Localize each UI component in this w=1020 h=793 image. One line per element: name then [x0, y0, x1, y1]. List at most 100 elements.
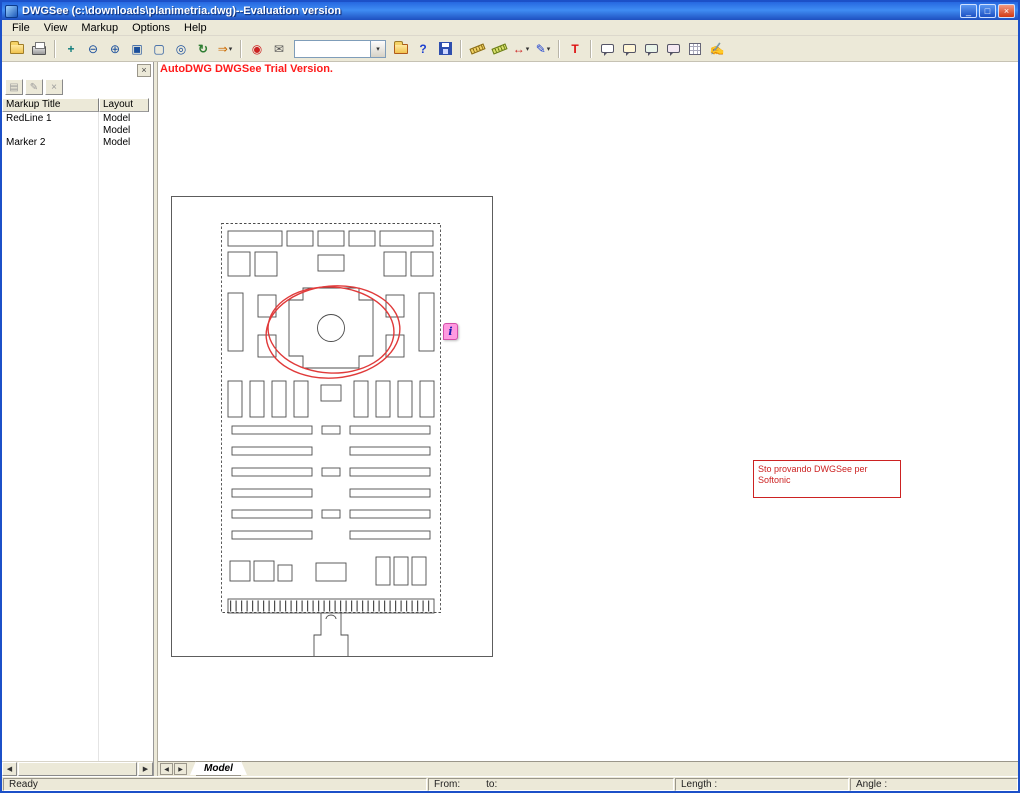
markup-delete-button[interactable]: × [45, 79, 63, 95]
scrollbar-thumb[interactable] [18, 762, 137, 776]
ruler-icon [468, 42, 486, 55]
stamp-button[interactable] [684, 39, 706, 59]
table-row[interactable]: RedLine 1 Model [2, 112, 153, 124]
table-row[interactable]: Model [2, 124, 153, 136]
comment-balloon-icon [666, 44, 680, 56]
menu-view[interactable]: View [37, 21, 75, 35]
marker-2-markup[interactable]: i [443, 323, 458, 340]
markup-title-cell: RedLine 1 [6, 112, 52, 124]
printer-icon [32, 41, 46, 55]
menu-options[interactable]: Options [125, 21, 177, 35]
status-from-label: From: [434, 779, 461, 790]
print-button[interactable] [28, 39, 50, 59]
panel-close-button[interactable]: × [137, 63, 151, 77]
markup-table-body: RedLine 1 Model Model Marker 2 Model [2, 112, 153, 761]
tab-scroll-left-icon[interactable]: ◀ [160, 763, 173, 775]
markup-folder-icon [394, 40, 408, 54]
minimize-button[interactable]: _ [960, 4, 977, 18]
open-folder-icon [10, 40, 24, 54]
layout-combo[interactable]: ▾ [294, 39, 386, 58]
pan-button[interactable]: + [60, 39, 82, 59]
zoom-out-button[interactable]: ⊖ [82, 39, 104, 59]
dimension-dropdown-icon[interactable]: ▾ [526, 45, 530, 53]
website-button[interactable]: ◉ [246, 39, 268, 59]
annotation-text-box[interactable]: Sto provando DWGSee per Softonic [753, 460, 901, 498]
column-header-markup-title[interactable]: Markup Title [2, 98, 99, 112]
pen-dropdown-icon[interactable]: ▾ [547, 45, 551, 53]
zoom-extents-icon: ▢ [153, 41, 165, 56]
floor-plan-drawing [171, 196, 493, 657]
comment-rect-button[interactable] [596, 39, 618, 59]
tab-model[interactable]: Model [190, 761, 247, 776]
new-markup-button[interactable] [390, 39, 412, 59]
toolbar-separator [54, 39, 56, 58]
status-ready: Ready [3, 778, 427, 791]
status-to-label: to: [486, 779, 498, 790]
measure-area-button[interactable] [488, 39, 510, 59]
zoom-in-button[interactable]: ⊕ [104, 39, 126, 59]
toolbar-separator [558, 39, 560, 58]
comment-cloud-button[interactable] [640, 39, 662, 59]
markup-edit-button[interactable]: ✎ [25, 79, 43, 95]
help-icon: ? [419, 41, 427, 56]
markup-view-button[interactable]: ▤ [5, 79, 23, 95]
comment-rounded-button[interactable] [618, 39, 640, 59]
menu-file[interactable]: File [5, 21, 37, 35]
refresh-icon: ↻ [197, 41, 209, 56]
mail-icon: ✉ [273, 41, 285, 56]
close-button[interactable]: × [998, 4, 1015, 18]
toolbar-separator [460, 39, 462, 58]
status-from-to: From: to: [428, 778, 674, 791]
app-window: DWGSee (c:\downloads\planimetria.dwg)--E… [0, 0, 1020, 793]
menubar: File View Markup Options Help [2, 20, 1018, 36]
markup-layout-cell: Model [103, 136, 131, 148]
table-row[interactable]: Marker 2 Model [2, 136, 153, 148]
zoom-out-icon: ⊖ [87, 41, 99, 56]
canvas-column: AutoDWG DWGSee Trial Version. i Sto prov… [158, 62, 1018, 776]
grid-stamp-icon [689, 42, 701, 55]
menu-help[interactable]: Help [177, 21, 214, 35]
refresh-button[interactable]: ↻ [192, 39, 214, 59]
text-icon: T [571, 41, 579, 56]
layout-combo-input[interactable] [295, 40, 370, 57]
titlebar[interactable]: DWGSee (c:\downloads\planimetria.dwg)--E… [2, 2, 1018, 20]
column-header-layout[interactable]: Layout [99, 98, 149, 112]
measure-distance-button[interactable] [466, 39, 488, 59]
panel-horizontal-scrollbar[interactable]: ◀ ▶ [2, 761, 153, 776]
layout-tabbar: ◀ ▶ Model [158, 761, 1018, 776]
zoom-magnifier-button[interactable]: ◎ [170, 39, 192, 59]
dimension-icon: ↔ [512, 41, 525, 56]
hand-pen-icon: ✍ [709, 41, 725, 56]
menu-markup[interactable]: Markup [74, 21, 125, 35]
pen-markup-button[interactable]: ✎ ▾ [532, 39, 554, 59]
help-button[interactable]: ? [412, 39, 434, 59]
open-button[interactable] [6, 39, 28, 59]
zoom-in-icon: ⊕ [109, 41, 121, 56]
redline-hand-button[interactable]: ✍ [706, 39, 728, 59]
area-ruler-icon [490, 42, 508, 55]
scroll-left-icon[interactable]: ◀ [2, 762, 17, 776]
scroll-right-icon[interactable]: ▶ [138, 762, 153, 776]
zoom-extents-button[interactable]: ▢ [148, 39, 170, 59]
markup-layout-cell: Model [103, 112, 131, 124]
comment-leader-button[interactable] [662, 39, 684, 59]
toolbar-separator [590, 39, 592, 58]
next-view-button[interactable]: ⇒ ▾ [214, 39, 236, 59]
combo-dropdown-icon[interactable]: ▾ [370, 40, 385, 57]
zoom-window-button[interactable]: ▣ [126, 39, 148, 59]
website-icon: ◉ [251, 41, 263, 56]
tab-scroll-right-icon[interactable]: ▶ [174, 763, 187, 775]
next-view-icon: ⇒ [217, 41, 228, 56]
drawing-canvas[interactable]: AutoDWG DWGSee Trial Version. i Sto prov… [158, 62, 1018, 761]
pan-icon: + [67, 41, 75, 56]
next-view-dropdown-icon[interactable]: ▾ [229, 45, 233, 53]
dimension-button[interactable]: ↔ ▾ [510, 39, 532, 59]
save-disk-icon [438, 42, 452, 55]
app-icon [5, 4, 18, 18]
maximize-button[interactable]: □ [979, 4, 996, 18]
markup-table-header: Markup Title Layout [2, 98, 153, 112]
comment-balloon-icon [600, 44, 614, 56]
send-button[interactable]: ✉ [268, 39, 290, 59]
save-markup-button[interactable] [434, 39, 456, 59]
text-markup-button[interactable]: T [564, 39, 586, 59]
